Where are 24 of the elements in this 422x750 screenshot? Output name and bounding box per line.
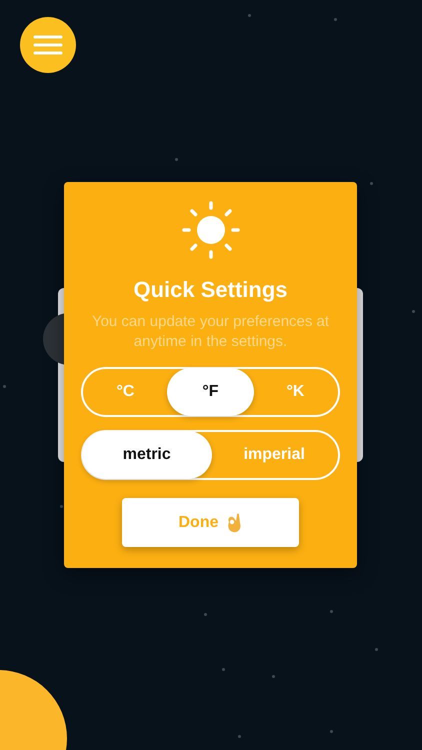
star-dot [330, 610, 333, 613]
star-dot [330, 730, 333, 733]
star-dot [3, 385, 6, 388]
star-dot [412, 310, 415, 313]
segment-option[interactable]: imperial [210, 431, 339, 479]
done-button[interactable]: Done [122, 498, 299, 547]
star-dot [222, 668, 225, 671]
star-dot [60, 505, 63, 508]
segment-option[interactable]: °K [252, 368, 339, 416]
star-dot [334, 18, 337, 21]
star-dot [175, 158, 178, 161]
star-dot [272, 675, 275, 678]
star-dot [370, 182, 373, 185]
star-dot [238, 735, 241, 738]
menu-icon [33, 35, 63, 55]
star-dot [375, 648, 378, 651]
sun-icon [181, 200, 241, 260]
segment-option[interactable]: °F [167, 368, 254, 416]
dialog-subtitle: You can update your preferences at anytime in the settings. [90, 312, 330, 352]
segment-option[interactable]: metric [82, 431, 212, 479]
star-dot [248, 14, 251, 17]
star-dot [204, 613, 207, 616]
segment-option[interactable]: °C [82, 368, 169, 416]
dialog-title: Quick Settings [133, 276, 288, 304]
